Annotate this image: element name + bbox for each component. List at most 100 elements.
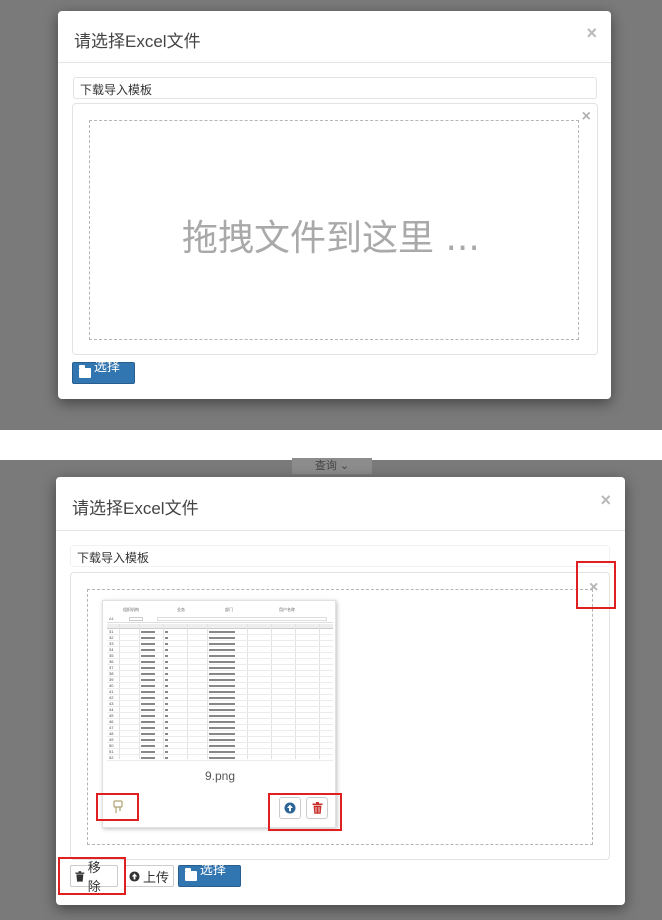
- sheet-cell-mark: [141, 637, 155, 639]
- close-icon[interactable]: ×: [582, 108, 591, 126]
- sheet-cell-mark: [209, 751, 235, 753]
- sheet-cell-mark: [209, 691, 235, 693]
- sheet-cell-mark: [209, 709, 235, 711]
- sheet-cell-mark: [209, 667, 235, 669]
- sheet-cell-mark: [141, 673, 155, 675]
- upload-label: 上传: [143, 869, 170, 885]
- sheet-cell-mark: [209, 637, 235, 639]
- sheet-header: 组织机构 业务 部门 用户名称: [107, 605, 333, 615]
- file-select-dialog: 请选择Excel文件 × 下载导入模板 × 组织机构 业务 部门 用户名称 A1: [56, 477, 625, 905]
- sheet-cell-mark: [165, 643, 168, 645]
- folder-open-icon: [79, 365, 91, 378]
- sheet-cell-mark: [141, 643, 155, 645]
- sheet-header-cell: 组织机构: [123, 607, 139, 612]
- sheet-cell-mark: [165, 715, 168, 717]
- sheet-cell-mark: [209, 649, 235, 651]
- sheet-cell-mark: [141, 655, 155, 657]
- query-tab[interactable]: 查询 ⌄: [292, 458, 372, 474]
- sheet-header-cell: 部门: [225, 607, 233, 612]
- sheet-cell-mark: [209, 643, 235, 645]
- sheet-cell-mark: [209, 721, 235, 723]
- sheet-cell-mark: [165, 757, 168, 759]
- sheet-header-cell: 用户名称: [279, 607, 295, 612]
- sheet-cell-mark: [141, 631, 155, 633]
- sheet-cell-mark: [165, 745, 168, 747]
- sheet-cell-mark: [209, 745, 235, 747]
- sheet-cell-mark: [141, 667, 155, 669]
- file-input-zone: 拖拽文件到这里 ... ×: [72, 103, 598, 355]
- sheet-cell-mark: [141, 757, 155, 759]
- sheet-cell-mark: [165, 721, 168, 723]
- sheet-cell-mark: [141, 727, 155, 729]
- browse-button[interactable]: 选择 ...: [178, 862, 241, 893]
- sheet-cell-mark: [141, 715, 155, 717]
- file-select-dialog: 请选择Excel文件 × 下载导入模板 拖拽文件到这里 ... × 选择 ...: [58, 11, 611, 399]
- sheet-cell-mark: [165, 631, 168, 633]
- sheet-cell-mark: [209, 715, 235, 717]
- sheet-cell-mark: [165, 679, 168, 681]
- sheet-cell-mark: [209, 727, 235, 729]
- screenshot-before: 请选择Excel文件 × 下载导入模板 拖拽文件到这里 ... × 选择 ...: [0, 0, 662, 430]
- sheet-cell-mark: [209, 685, 235, 687]
- highlight-box: [576, 561, 616, 609]
- download-template-link[interactable]: 下载导入模板: [73, 77, 597, 99]
- sheet-cell-mark: [141, 751, 155, 753]
- highlight-box: [96, 793, 139, 821]
- sheet-cell-mark: [165, 709, 168, 711]
- sheet-cell-mark: [209, 673, 235, 675]
- sheet-cell-mark: [165, 655, 168, 657]
- file-name: 9.png: [204, 769, 236, 783]
- dropzone[interactable]: 拖拽文件到这里 ...: [89, 120, 579, 340]
- sheet-cell-mark: [209, 739, 235, 741]
- name-box: [129, 617, 143, 621]
- formula-bar: A1: [107, 616, 333, 623]
- dialog-header: 请选择Excel文件 ×: [58, 11, 611, 63]
- sheet-cell-mark: [165, 691, 168, 693]
- sheet-cell-mark: [209, 733, 235, 735]
- sheet-cell-mark: [165, 703, 168, 705]
- sheet-cell-mark: [141, 739, 155, 741]
- sheet-cell-mark: [209, 655, 235, 657]
- sheet-cell-mark: [165, 685, 168, 687]
- highlight-box: [268, 793, 342, 831]
- sheet-cell-mark: [209, 679, 235, 681]
- screenshot-after: 查询 ⌄ 请选择Excel文件 × 下载导入模板 × 组织机构 业务 部门 用户…: [0, 458, 662, 920]
- sheet-cell-mark: [141, 709, 155, 711]
- sheet-header-cell: 业务: [177, 607, 185, 612]
- dialog-header: 请选择Excel文件 ×: [56, 477, 625, 531]
- sheet-cell-mark: [209, 703, 235, 705]
- browse-button[interactable]: 选择 ...: [72, 359, 135, 390]
- sheet-row-number: 52: [109, 755, 114, 760]
- sheet-cell-mark: [165, 733, 168, 735]
- sheet-cell-mark: [141, 691, 155, 693]
- query-tab-label: 查询: [314, 460, 337, 472]
- sheet-cell-mark: [141, 721, 155, 723]
- sheet-cell-mark: [165, 673, 168, 675]
- folder-open-icon: [185, 868, 197, 881]
- sheet-cell-mark: [141, 703, 155, 705]
- cell-ref: A1: [109, 616, 114, 621]
- browse-label: 选择 ...: [199, 862, 226, 893]
- sheet-cell-mark: [165, 649, 168, 651]
- sheet-cell-mark: [165, 751, 168, 753]
- sheet-cell-mark: [165, 697, 168, 699]
- sheet-cell-mark: [141, 649, 155, 651]
- sheet-cell-mark: [141, 733, 155, 735]
- upload-icon: [129, 870, 140, 882]
- sheet-cell-mark: [209, 757, 235, 759]
- dropzone-hint: 拖拽文件到这里 ...: [182, 218, 480, 259]
- sheet-cell-mark: [209, 697, 235, 699]
- close-icon[interactable]: ×: [586, 23, 597, 44]
- sheet-cell-mark: [141, 661, 155, 663]
- highlight-box: [58, 857, 126, 895]
- sheet-cell-mark: [165, 667, 168, 669]
- close-icon[interactable]: ×: [600, 490, 611, 511]
- formula-input: [157, 617, 327, 621]
- sheet-cell-mark: [165, 637, 168, 639]
- sheet-cell-mark: [165, 661, 168, 663]
- browse-label: 选择 ...: [93, 359, 120, 390]
- sheet-cell-mark: [141, 685, 155, 687]
- upload-button[interactable]: 上传: [124, 865, 174, 887]
- dialog-title: 请选择Excel文件: [72, 499, 199, 518]
- download-template-link[interactable]: 下载导入模板: [70, 545, 610, 567]
